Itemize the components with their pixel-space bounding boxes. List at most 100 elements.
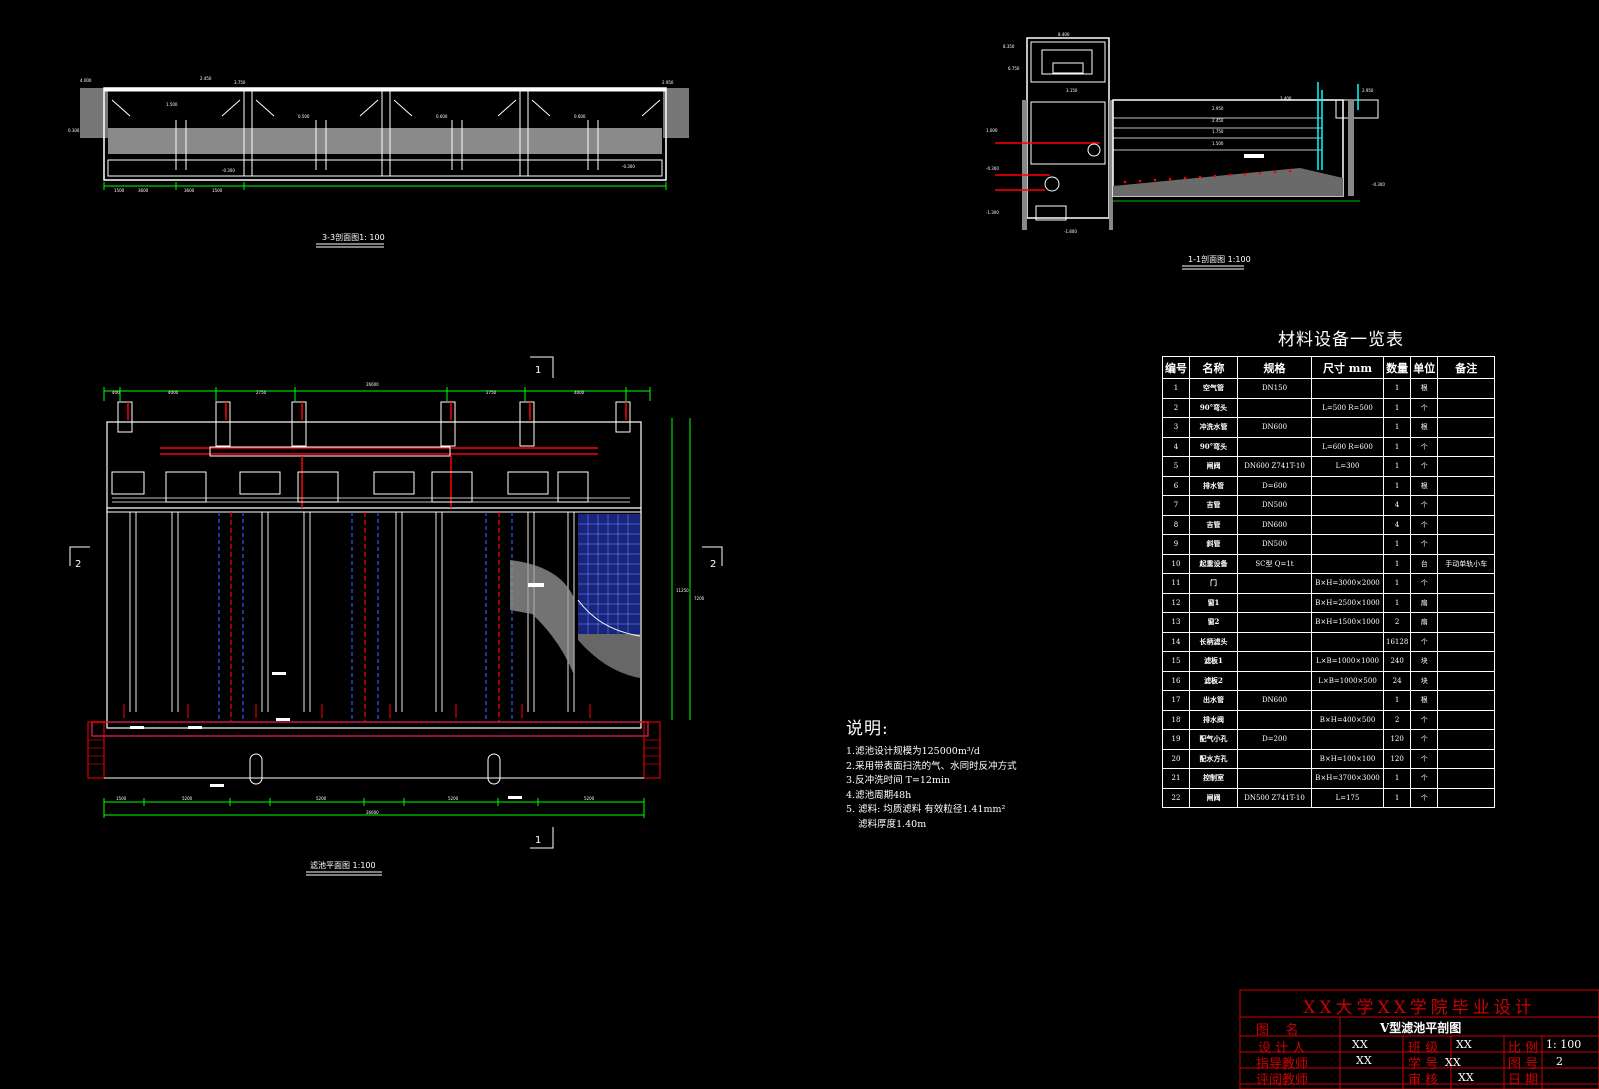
svg-text:2750: 2750 (256, 390, 267, 395)
table-cell: B×H=100×100 (1311, 748, 1384, 769)
table-cell (1311, 378, 1384, 399)
table-cell: 24 (1382, 670, 1412, 691)
table-header-cell: 单位 (1410, 356, 1439, 379)
table-cell: 1 (1382, 592, 1412, 613)
table-cell: 12 (1162, 592, 1190, 613)
table-cell: 1 (1382, 690, 1412, 711)
table-cell: 6 (1162, 475, 1190, 496)
svg-text:2.950: 2.950 (1362, 88, 1374, 93)
table-cell: 16128 (1382, 631, 1412, 652)
table-row: 18 排水阀 B×H=400×500 2 个 (1162, 709, 1496, 730)
table-header-cell: 规格 (1237, 356, 1312, 379)
table-cell (1437, 631, 1496, 652)
advisor-value: XX (1356, 1054, 1372, 1067)
table-cell: 1 (1162, 378, 1190, 399)
table-header-cell: 数量 (1382, 356, 1412, 379)
date-label: 日 期 (1508, 1073, 1539, 1088)
student-id-value: XX (1445, 1056, 1461, 1069)
table-cell (1237, 612, 1312, 633)
table-row: 11 门 B×H=3000×2000 1 个 (1162, 573, 1496, 594)
table-row: 3 冲洗水管 DN600 1 根 (1162, 417, 1496, 438)
svg-text:-0.300: -0.300 (622, 164, 635, 169)
table-row: 7 吉管 DN500 4 个 (1162, 495, 1496, 516)
table-row: 2 90°弯头 L=500 R=500 1 个 (1162, 397, 1496, 418)
table-cell: 1 (1382, 573, 1412, 594)
table-cell: D=600 (1237, 475, 1312, 496)
table-cell: 吉管 (1189, 514, 1238, 535)
plan-title: 滤池平面图 1:100 (310, 860, 376, 870)
svg-text:2.950: 2.950 (662, 80, 674, 85)
table-cell (1311, 631, 1384, 652)
table-header-cell: 备注 (1437, 356, 1496, 379)
svg-text:400: 400 (112, 390, 120, 395)
table-cell: 闸阀 (1189, 787, 1238, 808)
audit-label: 审 核 (1408, 1073, 1439, 1088)
design-notes: 说明: 1.滤池设计规模为125000m³/d 2.采用带表面扫洗的气、水同时反… (846, 714, 1017, 832)
table-cell (1237, 670, 1312, 691)
table-cell (1237, 592, 1312, 613)
table-cell: 滤板2 (1189, 670, 1238, 691)
table-cell: 13 (1162, 612, 1190, 633)
note-line: 1.滤池设计规模为125000m³/d (846, 746, 980, 757)
svg-text:4.000: 4.000 (80, 78, 92, 83)
table-cell: 17 (1162, 690, 1190, 711)
table-row: 8 吉管 DN600 4 个 (1162, 514, 1496, 535)
table-cell (1237, 631, 1312, 652)
table-cell: DN600 (1237, 417, 1312, 438)
table-cell: 1 (1382, 553, 1412, 574)
table-cell: L=300 (1311, 456, 1384, 477)
svg-text:26600: 26600 (366, 810, 379, 815)
table-cell: 个 (1410, 436, 1439, 457)
svg-text:6.750: 6.750 (1008, 66, 1020, 71)
table-cell: 配水方孔 (1189, 748, 1238, 769)
table-cell: L=500 R=500 (1311, 397, 1384, 418)
table-cell (1437, 787, 1496, 808)
filter-media (108, 128, 662, 154)
table-cell: 1 (1382, 397, 1412, 418)
svg-text:0.600: 0.600 (574, 114, 586, 119)
table-cell (1437, 456, 1496, 477)
table-cell: 7 (1162, 495, 1190, 516)
notes-heading: 说明: (846, 719, 889, 739)
table-cell: 根 (1410, 690, 1439, 711)
svg-text:2750: 2750 (486, 390, 497, 395)
svg-text:4000: 4000 (168, 390, 179, 395)
table-cell (1311, 729, 1384, 750)
table-cell: L=600 R=600 (1311, 436, 1384, 457)
table-cell: 90°弯头 (1189, 436, 1238, 457)
table-row: 15 滤板1 L×B=1000×1000 240 块 (1162, 651, 1496, 672)
table-cell: 配气小孔 (1189, 729, 1238, 750)
table-cell (1311, 534, 1384, 555)
svg-text:26600: 26600 (366, 382, 379, 387)
table-cell: 2 (1382, 709, 1412, 730)
table-cell (1437, 417, 1496, 438)
svg-text:7200: 7200 (694, 596, 705, 601)
table-cell: L=175 (1311, 787, 1384, 808)
table-cell (1311, 417, 1384, 438)
table-row: 21 控制室 B×H=3700×3000 1 个 (1162, 768, 1496, 789)
table-cell: 空气管 (1189, 378, 1238, 399)
table-cell (1237, 397, 1312, 418)
table-row: 12 窗1 B×H=2500×1000 1 扇 (1162, 592, 1496, 613)
table-header-cell: 名称 (1189, 356, 1238, 379)
svg-text:3.150: 3.150 (1066, 88, 1078, 93)
table-row: 1 空气管 DN150 1 根 (1162, 378, 1496, 399)
table-cell: 窗1 (1189, 592, 1238, 613)
table-cell (1437, 748, 1496, 769)
table-cell (1437, 768, 1496, 789)
table-cell: 台 (1410, 553, 1439, 574)
table-cell (1437, 709, 1496, 730)
table-cell: 2 (1162, 397, 1190, 418)
table-cell (1437, 514, 1496, 535)
note-line: 4.滤池周期48h (846, 789, 912, 801)
table-cell: 个 (1410, 709, 1439, 730)
table-cell: 8 (1162, 514, 1190, 535)
table-cell: 扇 (1410, 612, 1439, 633)
sheet-value: 2 (1556, 1055, 1563, 1068)
table-cell (1237, 709, 1312, 730)
svg-text:1500: 1500 (114, 188, 125, 193)
section-3-3-title: 3-3剖面图1: 100 (322, 232, 385, 242)
table-cell (1437, 534, 1496, 555)
table-cell: 起重设备 (1189, 553, 1238, 574)
table-cell: 冲洗水管 (1189, 417, 1238, 438)
